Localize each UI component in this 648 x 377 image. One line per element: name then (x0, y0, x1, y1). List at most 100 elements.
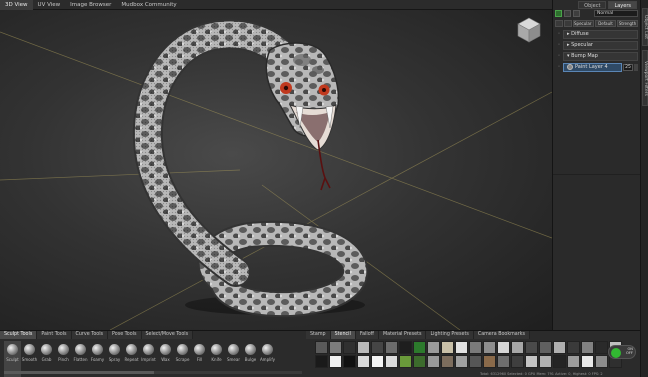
stencil-thumbnail[interactable] (399, 341, 412, 354)
stencil-thumbnail[interactable] (385, 341, 398, 354)
tab-pose-tools[interactable]: Pose Tools (108, 331, 142, 339)
stencil-thumbnail[interactable] (511, 341, 524, 354)
stencil-thumbnail[interactable] (595, 355, 608, 368)
side-tab-strip: Object List Viewport Filters (640, 0, 648, 377)
tab-lighting-presets[interactable]: Lighting Presets (426, 331, 474, 339)
sculpt-tool-tray: Sculpt Smooth Grab Pinch Flatten Foamy S… (0, 341, 305, 377)
stencil-thumbnail[interactable] (455, 341, 468, 354)
stencil-thumbnail[interactable] (343, 355, 356, 368)
stencil-thumbnail[interactable] (399, 355, 412, 368)
tab-viewport-filters[interactable]: Viewport Filters (642, 50, 648, 106)
stencil-thumbnail[interactable] (329, 341, 342, 354)
expander-icon[interactable]: ▸ (567, 42, 570, 48)
layers-header: Specular (1) Default Strength (553, 19, 640, 28)
stencil-on-off-toggle[interactable]: ON OFF (608, 345, 636, 359)
tab-image-browser[interactable]: Image Browser (65, 0, 116, 10)
stencil-thumbnail[interactable] (413, 355, 426, 368)
stencil-thumbnail[interactable] (343, 341, 356, 354)
stencil-thumbnail[interactable] (329, 355, 342, 368)
tab-curve-tools[interactable]: Curve Tools (71, 331, 109, 339)
foamy-brush-icon (92, 344, 103, 355)
smear-brush-icon (228, 344, 239, 355)
expander-icon[interactable]: ▾ (567, 53, 570, 59)
stencil-thumbnail[interactable] (455, 355, 468, 368)
stencil-thumbnail[interactable] (581, 355, 594, 368)
tab-stamp[interactable]: Stamp (306, 331, 331, 339)
toggle-off-label: OFF (626, 351, 633, 355)
repeat-brush-icon (126, 344, 137, 355)
tab-mudbox-community[interactable]: Mudbox Community (116, 0, 181, 10)
scrape-brush-icon (177, 344, 188, 355)
delete-layer-icon[interactable] (573, 10, 580, 17)
stencil-thumbnail[interactable] (497, 355, 510, 368)
tab-camera-bookmarks[interactable]: Camera Bookmarks (473, 331, 530, 339)
stencil-thumbnail[interactable] (427, 355, 440, 368)
layer-lock-icon[interactable] (634, 63, 638, 71)
stencil-tray: ON OFF (315, 341, 640, 375)
tab-paint-tools[interactable]: Paint Tools (37, 331, 72, 339)
tab-object[interactable]: Object (578, 1, 607, 9)
stencil-thumbnail[interactable] (539, 355, 552, 368)
stencil-thumbnail[interactable] (469, 355, 482, 368)
layer-group-diffuse[interactable]: ◦ ▸ Diffuse (553, 29, 640, 39)
tab-object-list[interactable]: Object List (642, 8, 648, 46)
visibility-eye-icon[interactable]: ◦ (555, 52, 563, 60)
tab-stencil[interactable]: Stencil (330, 331, 356, 339)
stencil-thumbnail[interactable] (497, 341, 510, 354)
stencil-thumbnail[interactable] (525, 341, 538, 354)
stencil-thumbnail[interactable] (553, 355, 566, 368)
visibility-eye-icon[interactable]: ◦ (555, 41, 563, 49)
layer-paint-layer-4[interactable]: ◦ Paint Layer 4 25 (553, 62, 640, 72)
stencil-thumbnail[interactable] (483, 341, 496, 354)
tab-material-presets[interactable]: Material Presets (379, 331, 427, 339)
visibility-eye-icon[interactable]: ◦ (555, 30, 563, 38)
layer-group-specular[interactable]: ◦ ▸ Specular (553, 40, 640, 50)
stencil-thumbnail[interactable] (441, 355, 454, 368)
strength-chip[interactable]: Strength (617, 20, 638, 27)
tab-sculpt-tools[interactable]: Sculpt Tools (0, 331, 38, 339)
pinch-brush-icon (58, 344, 69, 355)
expander-icon[interactable]: ▸ (567, 31, 570, 37)
channel-chip[interactable]: Specular (1) (573, 20, 594, 27)
layer-group-bump-map[interactable]: ◦ ▾ Bump Map (553, 51, 640, 61)
stencil-thumbnail[interactable] (595, 341, 608, 354)
layer-strength-field[interactable]: 25 (623, 63, 633, 71)
stencil-thumbnail[interactable] (371, 355, 384, 368)
layer-options-icon[interactable] (564, 10, 571, 17)
visibility-eye-icon[interactable]: ◦ (555, 63, 563, 71)
stencil-thumbnail[interactable] (525, 355, 538, 368)
new-layer-icon[interactable] (555, 10, 562, 17)
view-cube-icon[interactable] (516, 16, 542, 44)
stencil-thumbnail[interactable] (371, 341, 384, 354)
stencil-thumbnail[interactable] (469, 341, 482, 354)
stencil-thumbnail[interactable] (357, 355, 370, 368)
stencil-thumbnail[interactable] (427, 341, 440, 354)
stencil-thumbnail[interactable] (441, 341, 454, 354)
stencil-thumbnail[interactable] (357, 341, 370, 354)
lock-column-icon (564, 20, 572, 27)
bottom-tray: Sculpt Tools Paint Tools Curve Tools Pos… (0, 330, 640, 377)
tab-uv-view[interactable]: UV View (33, 0, 66, 10)
stencil-thumbnail[interactable] (539, 341, 552, 354)
default-chip[interactable]: Default (595, 20, 616, 27)
stencil-thumbnail[interactable] (581, 341, 594, 354)
stencil-thumbnail[interactable] (567, 355, 580, 368)
stencil-thumbnail[interactable] (385, 355, 398, 368)
tab-select-move-tools[interactable]: Select/Move Tools (141, 331, 194, 339)
stencil-thumbnail[interactable] (511, 355, 524, 368)
stencil-thumbnail[interactable] (315, 341, 328, 354)
3d-viewport[interactable] (0, 10, 552, 330)
tab-layers[interactable]: Layers (608, 1, 637, 9)
blend-mode-select[interactable]: Normal (594, 10, 638, 17)
stencil-thumbnail[interactable] (315, 355, 328, 368)
imprint-brush-icon (143, 344, 154, 355)
stencil-thumbnail[interactable] (483, 355, 496, 368)
stencil-thumbnail[interactable] (413, 341, 426, 354)
stencil-thumbnail[interactable] (553, 341, 566, 354)
layers-toolbar: Normal (553, 9, 640, 18)
tab-3d-view[interactable]: 3D View (0, 0, 33, 10)
tool-tray-scrollbar[interactable] (4, 371, 302, 374)
stencil-thumbnail[interactable] (567, 341, 580, 354)
bulge-brush-icon (245, 344, 256, 355)
tab-falloff[interactable]: Falloff (355, 331, 379, 339)
